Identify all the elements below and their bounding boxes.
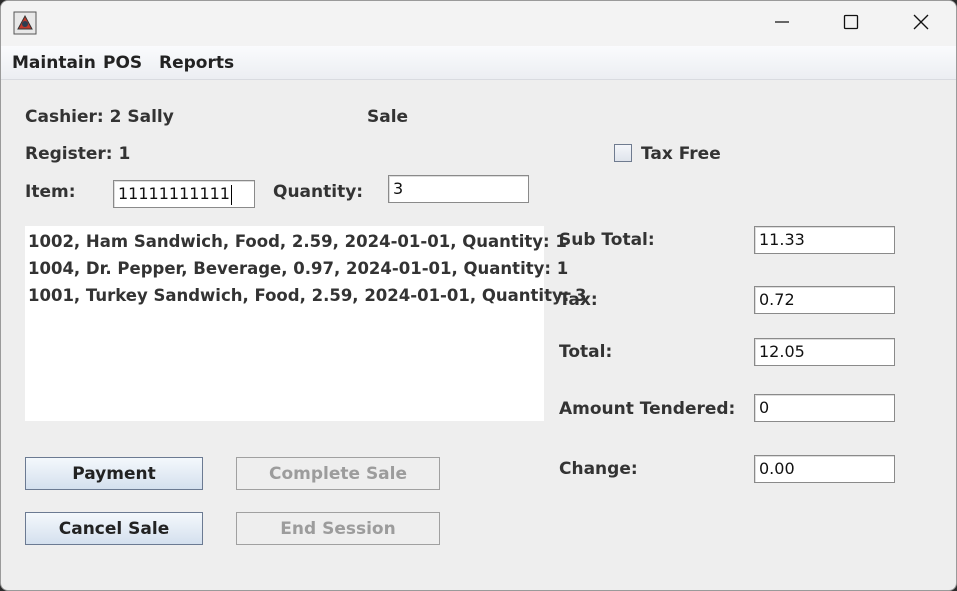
tax-field[interactable]: 0.72 [754,286,895,314]
java-app-icon [13,11,37,35]
sale-items-list[interactable]: 1002, Ham Sandwich, Food, 2.59, 2024-01-… [25,226,587,421]
change-label: Change: [559,459,638,479]
change-field[interactable]: 0.00 [754,455,895,483]
payment-button[interactable]: Payment [25,457,203,490]
mode-label: Sale [367,107,409,127]
quantity-label: Quantity: [273,182,364,202]
maximize-button[interactable] [828,1,874,46]
tax-label: Tax: [559,290,598,310]
total-label: Total: [559,342,613,362]
tax-free-label: Tax Free [641,144,721,164]
subtotal-field[interactable]: 11.33 [754,226,895,254]
list-item[interactable]: 1004, Dr. Pepper, Beverage, 0.97, 2024-0… [28,259,568,278]
text-caret [230,184,232,205]
list-item[interactable]: 1001, Turkey Sandwich, Food, 2.59, 2024-… [28,286,587,305]
maximize-icon [843,14,859,34]
amount-tendered-field[interactable]: 0 [754,394,895,422]
title-bar [1,1,956,46]
tax-free-checkbox[interactable] [614,144,632,162]
menu-maintain[interactable]: Maintain [12,53,96,73]
complete-sale-button[interactable]: Complete Sale [236,457,440,490]
item-label: Item: [25,182,76,202]
list-item[interactable]: 1002, Ham Sandwich, Food, 2.59, 2024-01-… [28,232,567,251]
quantity-input[interactable]: 3 [388,175,529,203]
minimize-icon [774,14,790,34]
menu-pos[interactable]: POS [103,53,142,73]
cancel-sale-button[interactable]: Cancel Sale [25,512,203,545]
menu-bar: Maintain POS Reports [1,46,956,80]
cashier-label: Cashier: 2 Sally [25,107,174,127]
subtotal-label: Sub Total: [559,230,655,250]
register-label: Register: 1 [25,144,131,164]
pos-window: Maintain POS Reports Cashier: 2 Sally Sa… [0,0,957,591]
amount-tendered-label: Amount Tendered: [559,399,736,419]
item-input[interactable]: 11111111111 [113,180,255,208]
close-button[interactable] [898,1,944,46]
menu-reports[interactable]: Reports [159,53,234,73]
minimize-button[interactable] [759,1,805,46]
total-field[interactable]: 12.05 [754,338,895,366]
close-icon [913,14,929,34]
item-input-value: 11111111111 [118,184,230,203]
end-session-button[interactable]: End Session [236,512,440,545]
